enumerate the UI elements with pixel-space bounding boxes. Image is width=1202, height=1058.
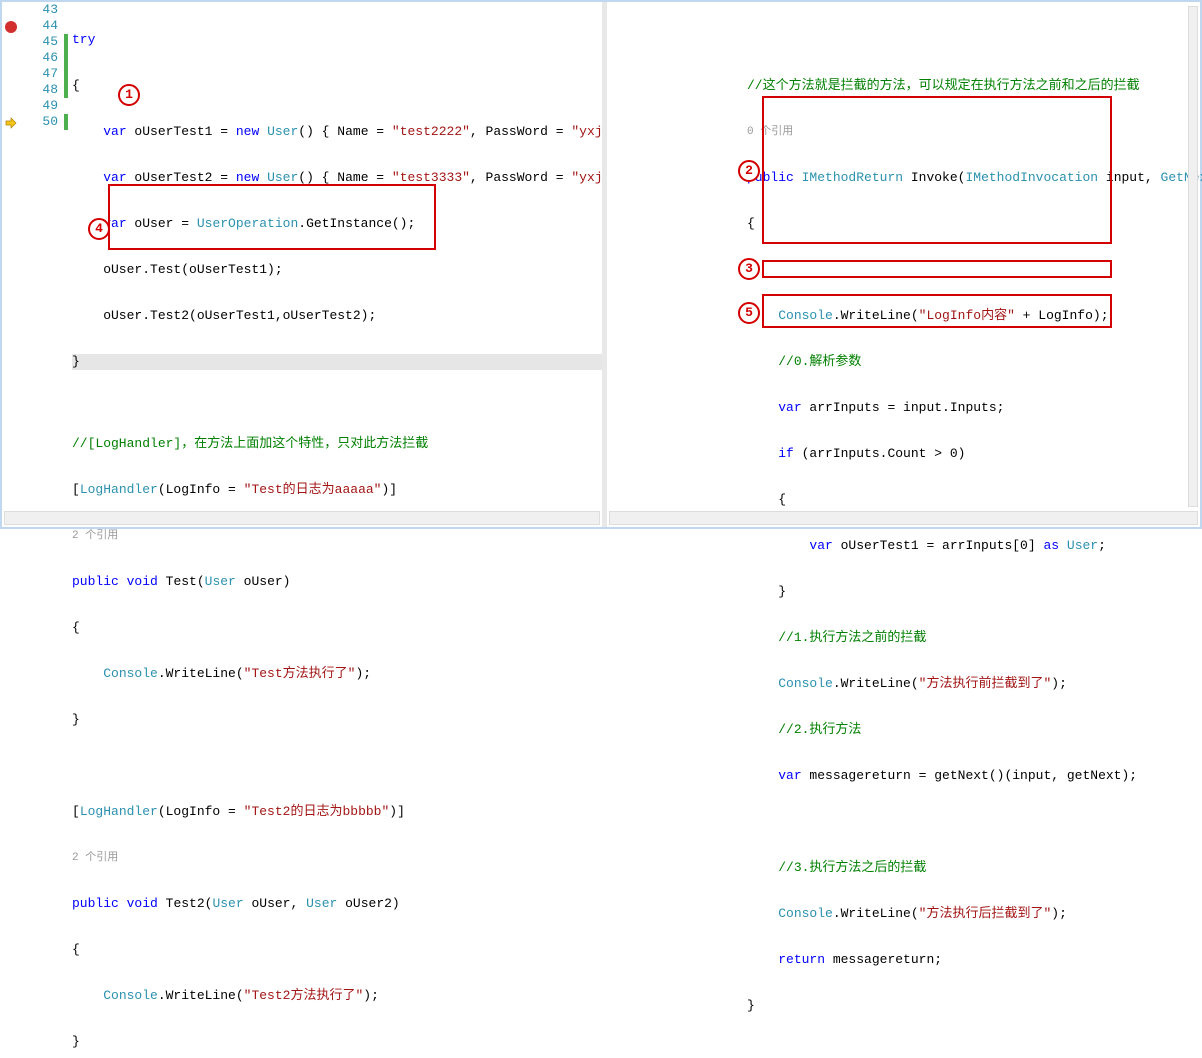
annotation-3: 3 xyxy=(738,258,760,280)
line-number: 48 xyxy=(30,82,58,98)
line-number: 47 xyxy=(30,66,58,82)
current-line-arrow-icon xyxy=(5,117,17,129)
line-number: 43 xyxy=(30,2,58,18)
line-number: 45 xyxy=(30,34,58,50)
right-editor-pane[interactable]: //这个方法就是拦截的方法，可以规定在执行方法之前和之后的拦截 0 个引用 pu… xyxy=(607,2,1200,527)
left-editor-pane[interactable]: 43 44 45 46 47 48 49 50 try { var oUserT… xyxy=(2,2,602,527)
breakpoint-icon[interactable] xyxy=(5,21,17,33)
line-number: 50 xyxy=(30,114,58,130)
line-number: 49 xyxy=(30,98,58,114)
annotation-1: 1 xyxy=(118,84,140,106)
change-bar xyxy=(64,34,68,98)
annotation-2: 2 xyxy=(738,160,760,182)
glyph-margin xyxy=(2,2,30,527)
line-number: 44 xyxy=(30,18,58,34)
v-scrollbar-right[interactable] xyxy=(1188,6,1198,507)
annotation-5: 5 xyxy=(738,302,760,324)
code-line: //[LogHandler]，在方法上面加这个特性，只对此方法拦截 xyxy=(72,436,602,452)
code-line: //这个方法就是拦截的方法，可以规定在执行方法之前和之后的拦截 xyxy=(747,78,1200,94)
change-indicator-column xyxy=(64,2,70,527)
left-code-area[interactable]: try { var oUserTest1 = new User() { Name… xyxy=(72,2,602,527)
codelens-refs[interactable]: 0 个引用 xyxy=(747,124,1200,140)
line-number: 46 xyxy=(30,50,58,66)
h-scrollbar-left[interactable] xyxy=(4,511,600,525)
codelens-refs[interactable]: 2 个引用 xyxy=(72,850,602,866)
change-bar xyxy=(64,114,68,130)
line-number-column: 43 44 45 46 47 48 49 50 xyxy=(30,2,64,527)
right-code-area[interactable]: //这个方法就是拦截的方法，可以规定在执行方法之前和之后的拦截 0 个引用 pu… xyxy=(607,2,1200,527)
codelens-refs[interactable]: 2 个引用 xyxy=(72,528,602,544)
h-scrollbar-right[interactable] xyxy=(609,511,1198,525)
annotation-4: 4 xyxy=(88,218,110,240)
